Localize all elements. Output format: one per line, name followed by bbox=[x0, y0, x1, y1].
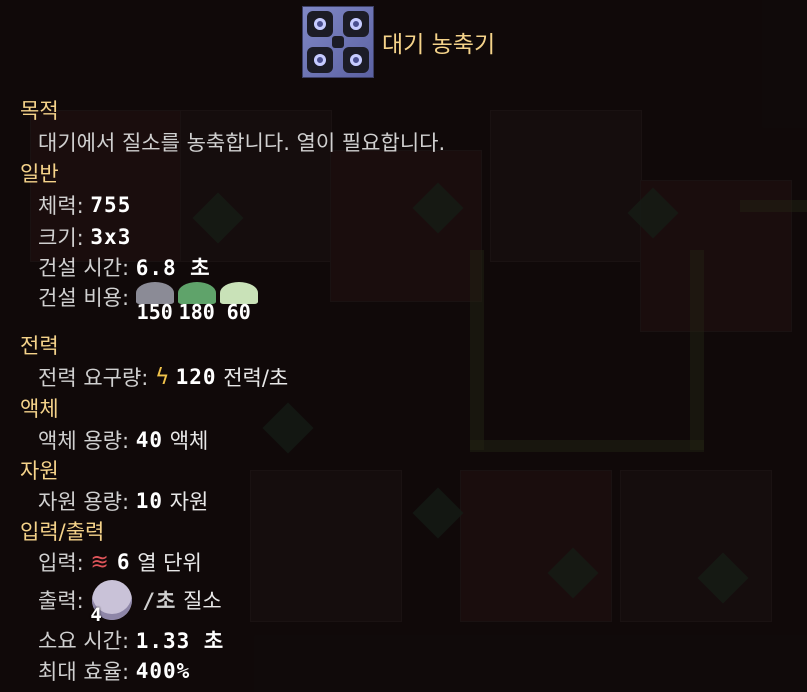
size-value: 3x3 bbox=[90, 225, 132, 249]
output-label: 출력: bbox=[38, 589, 84, 613]
health-row: 체력: 755 bbox=[38, 190, 131, 220]
block-title: 대기 농축기 bbox=[382, 32, 496, 58]
block-header: 대기 농축기 bbox=[302, 6, 495, 78]
efficiency-row: 최대 효율: 400% bbox=[38, 656, 190, 686]
section-crafting: 입력/출력 bbox=[20, 520, 105, 544]
build-cost-row: 건설 비용: 150 180 60 bbox=[38, 282, 262, 324]
atmospheric-concentrator-icon bbox=[302, 6, 374, 78]
cost-item: 150 bbox=[135, 282, 174, 324]
cost-amount: 150 bbox=[136, 300, 173, 324]
craft-time-row: 소요 시간: 1.33 초 bbox=[38, 625, 224, 655]
item-capacity-row: 자원 용량: 10 자원 bbox=[38, 486, 208, 516]
health-value: 755 bbox=[90, 193, 132, 217]
build-time-label: 건설 시간: bbox=[38, 256, 130, 280]
item-capacity-unit: 자원 bbox=[169, 490, 209, 514]
liquid-capacity-label: 액체 용량: bbox=[38, 429, 130, 453]
input-amount: 6 bbox=[116, 550, 131, 574]
craft-time-value: 1.33 초 bbox=[135, 629, 225, 653]
output-row: 출력: 4 /초 질소 bbox=[38, 580, 222, 626]
heat-icon: ≋ bbox=[90, 549, 109, 575]
section-liquids: 액체 bbox=[20, 397, 59, 421]
liquid-capacity-unit: 액체 bbox=[169, 429, 209, 453]
cost-item: 60 bbox=[219, 282, 258, 324]
lightning-icon: ϟ bbox=[155, 364, 170, 390]
section-items: 자원 bbox=[20, 459, 59, 483]
input-row: 입력: ≋ 6 열 단위 bbox=[38, 547, 202, 577]
health-label: 체력: bbox=[38, 194, 84, 218]
section-purpose: 목적 bbox=[20, 99, 59, 123]
build-cost-label: 건설 비용: bbox=[38, 286, 130, 310]
power-use-value: 120 bbox=[175, 365, 217, 389]
section-power: 전력 bbox=[20, 334, 59, 358]
output-amount: 4 bbox=[90, 604, 102, 626]
purpose-text: 대기에서 질소를 농축합니다. 열이 필요합니다. bbox=[38, 131, 446, 155]
build-time-value: 6.8 초 bbox=[135, 256, 211, 280]
size-row: 크기: 3x3 bbox=[38, 222, 131, 252]
output-rate: /초 bbox=[142, 589, 177, 613]
cost-amount: 180 bbox=[178, 300, 215, 324]
power-use-unit: 전력/초 bbox=[223, 366, 289, 390]
craft-time-label: 소요 시간: bbox=[38, 629, 130, 653]
liquid-capacity-row: 액체 용량: 40 액체 bbox=[38, 425, 208, 455]
input-label: 입력: bbox=[38, 551, 84, 575]
nitrogen-icon: 4 bbox=[90, 580, 133, 626]
build-cost-list: 150 180 60 bbox=[135, 282, 262, 324]
power-use-row: 전력 요구량: ϟ 120 전력/초 bbox=[38, 362, 288, 392]
efficiency-value: 400% bbox=[135, 659, 191, 683]
input-unit: 열 단위 bbox=[137, 551, 202, 575]
liquid-capacity-value: 40 bbox=[135, 428, 164, 452]
size-label: 크기: bbox=[38, 226, 84, 250]
cost-item: 180 bbox=[177, 282, 216, 324]
efficiency-label: 최대 효율: bbox=[38, 660, 130, 684]
cost-amount: 60 bbox=[226, 300, 251, 324]
power-use-label: 전력 요구량: bbox=[38, 366, 149, 390]
item-capacity-value: 10 bbox=[135, 489, 164, 513]
item-capacity-label: 자원 용량: bbox=[38, 490, 130, 514]
block-info-panel: 대기 농축기 목적 대기에서 질소를 농축합니다. 열이 필요합니다. 일반 체… bbox=[0, 0, 807, 692]
build-time-row: 건설 시간: 6.8 초 bbox=[38, 252, 211, 282]
output-item: 질소 bbox=[183, 589, 222, 613]
section-general: 일반 bbox=[20, 162, 59, 186]
